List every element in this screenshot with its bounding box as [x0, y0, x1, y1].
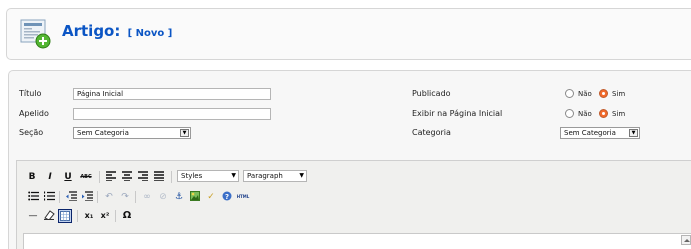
publicado-sim-label: Sim — [612, 90, 626, 98]
underline-button[interactable]: U — [63, 171, 73, 183]
chevron-down-icon: ▼ — [299, 172, 304, 179]
publicado-sim-radio[interactable] — [599, 89, 608, 98]
toolbar-separator — [99, 171, 100, 183]
add-article-icon — [19, 18, 53, 50]
exibir-nao-radio[interactable] — [565, 109, 574, 118]
indent-icon[interactable] — [81, 191, 93, 203]
toolbar-separator — [77, 210, 78, 222]
toolbar-header: Artigo: [ Novo ] — [6, 8, 691, 60]
redo-icon[interactable]: ↷ — [119, 191, 131, 203]
html-source-button[interactable]: HTML — [235, 191, 251, 203]
bullet-list-icon[interactable] — [27, 191, 39, 203]
scroll-up-icon[interactable] — [681, 235, 691, 245]
subscript-button[interactable]: x₁ — [83, 210, 95, 222]
italic-button[interactable]: I — [45, 171, 55, 183]
align-justify-icon[interactable] — [153, 171, 165, 183]
exibir-label: Exibir na Página Inicial — [412, 109, 503, 118]
secao-label: Seção — [19, 128, 44, 137]
publicado-nao-label: Não — [578, 90, 592, 98]
remove-format-icon[interactable] — [43, 210, 55, 222]
styles-value: Styles — [181, 172, 203, 180]
page-title-text: Artigo: — [62, 22, 121, 40]
align-center-icon[interactable] — [121, 171, 133, 183]
apelido-input[interactable] — [73, 108, 271, 120]
page-title: Artigo: [ Novo ] — [62, 22, 172, 40]
special-char-button[interactable]: Ω — [121, 210, 133, 222]
categoria-value: Sem Categoria — [564, 129, 616, 137]
format-value: Paragraph — [247, 172, 283, 180]
titulo-label: Título — [19, 89, 42, 98]
bold-button[interactable]: B — [27, 171, 37, 183]
categoria-label: Categoria — [412, 128, 451, 137]
chevron-down-icon: ▼ — [180, 129, 189, 137]
exibir-sim-label: Sim — [612, 110, 626, 118]
align-left-icon[interactable] — [105, 171, 117, 183]
toolbar-separator — [97, 191, 98, 203]
editor-content-area[interactable] — [23, 233, 691, 249]
link-icon[interactable]: ∞ — [141, 191, 153, 203]
toolbar-separator — [115, 210, 116, 222]
visual-aid-icon[interactable] — [58, 209, 72, 223]
apelido-label: Apelido — [19, 109, 49, 118]
secao-value: Sem Categoria — [77, 129, 129, 137]
page-status: [ Novo ] — [127, 28, 173, 39]
undo-icon[interactable]: ↶ — [103, 191, 115, 203]
numbered-list-icon[interactable] — [43, 191, 55, 203]
unlink-icon[interactable]: ⊘ — [157, 191, 169, 203]
publicado-label: Publicado — [412, 89, 451, 98]
exibir-sim-radio[interactable] — [599, 109, 608, 118]
strikethrough-button[interactable]: ABC — [79, 171, 93, 183]
toolbar-separator — [135, 191, 136, 203]
superscript-button[interactable]: x² — [99, 210, 111, 222]
categoria-select[interactable]: Sem Categoria ▼ — [560, 127, 640, 139]
toolbar-separator — [59, 191, 60, 203]
format-select[interactable]: Paragraph ▼ — [243, 170, 307, 182]
chevron-down-icon: ▼ — [629, 129, 638, 137]
cleanup-icon[interactable]: ✓ — [205, 191, 217, 203]
wysiwyg-editor: B I U ABC Styles ▼ Paragraph ▼ ↶ ↷ ∞ ⊘ ⚓ — [16, 160, 691, 249]
chevron-down-icon: ▼ — [231, 172, 236, 179]
secao-select[interactable]: Sem Categoria ▼ — [73, 127, 191, 139]
align-right-icon[interactable] — [137, 171, 149, 183]
anchor-icon[interactable]: ⚓ — [173, 191, 185, 203]
toolbar-separator — [171, 171, 172, 183]
svg-text:?: ? — [225, 193, 229, 201]
horizontal-rule-button[interactable]: — — [27, 210, 39, 222]
outdent-icon[interactable] — [65, 191, 77, 203]
titulo-input[interactable]: Página Inicial — [73, 88, 271, 100]
publicado-nao-radio[interactable] — [565, 89, 574, 98]
styles-select[interactable]: Styles ▼ — [177, 170, 239, 182]
help-icon[interactable]: ? — [221, 191, 233, 203]
image-icon[interactable] — [189, 191, 201, 203]
exibir-nao-label: Não — [578, 110, 592, 118]
